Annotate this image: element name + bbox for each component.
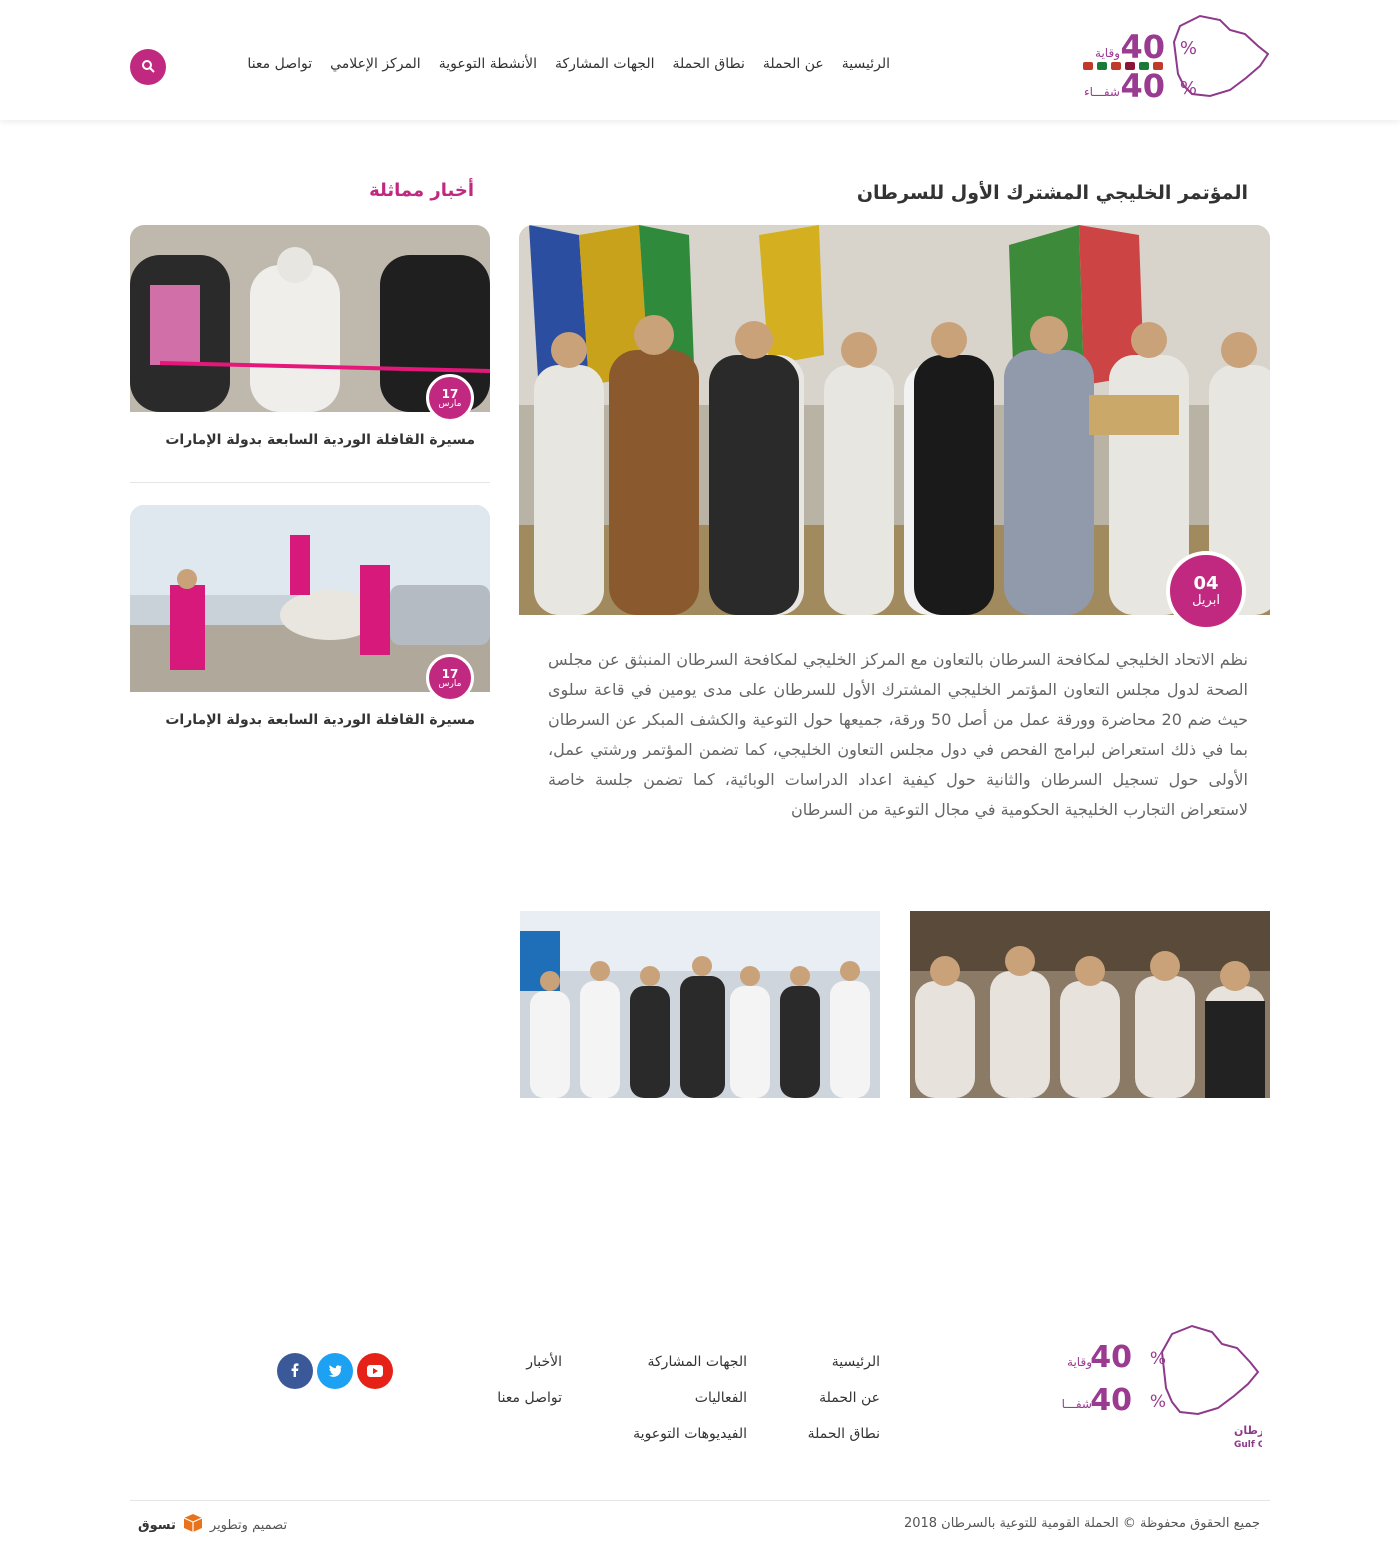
sidebar-divider	[130, 482, 490, 483]
article-title: المؤتمر الخليجي المشترك الأول للسرطان	[856, 182, 1248, 204]
footer-logo[interactable]: 40 40 % % وقاية شفـــاء الحملة الخليجية …	[1056, 1322, 1400, 1452]
footer-link[interactable]: الرئيسية	[808, 1352, 880, 1388]
svg-text:40: 40	[1090, 1383, 1132, 1418]
related-news-day: 17	[441, 666, 459, 681]
related-news-month: مارس	[438, 398, 462, 409]
svg-text:وقاية: وقاية	[1067, 1355, 1092, 1370]
nav-item-partners[interactable]: الجهات المشاركة	[555, 56, 654, 72]
article-date-month: ابريل	[1192, 592, 1220, 608]
footer-link[interactable]: الأخبار	[497, 1352, 562, 1388]
related-news-caption[interactable]: مسيرة القافلة الوردية السابعة بدولة الإم…	[165, 432, 475, 448]
nav-item-home[interactable]: الرئيسية	[842, 56, 890, 72]
site-logo[interactable]: 40 40 % % وقاية شفـــاء	[1080, 12, 1270, 105]
footer-link[interactable]: تواصل معنا	[497, 1388, 562, 1424]
svg-text:شفـــاء: شفـــاء	[1084, 85, 1120, 99]
related-news-month: مارس	[438, 678, 462, 689]
related-news-card[interactable]: 17 مارس مسيرة القافلة الوردية السابعة بد…	[130, 225, 490, 448]
svg-text:%: %	[1150, 1392, 1166, 1412]
article-body: نظم الاتحاد الخليجي لمكافحة السرطان بالت…	[548, 650, 1248, 819]
footer-link[interactable]: الجهات المشاركة	[633, 1352, 747, 1388]
footer-links-col1: الرئيسية عن الحملة نطاق الحملة	[808, 1352, 880, 1460]
svg-text:%: %	[1180, 78, 1197, 99]
article-date-badge: 04 ابريل	[1166, 551, 1246, 631]
youtube-icon	[367, 1362, 383, 1381]
svg-text:%: %	[1180, 38, 1197, 59]
footer-divider	[130, 1500, 1270, 1501]
gallery-image-2[interactable]	[520, 911, 880, 1098]
svg-text:40: 40	[1120, 67, 1165, 100]
search-button[interactable]	[130, 49, 166, 85]
nav-item-media[interactable]: المركز الإعلامي	[330, 56, 421, 72]
youtube-button[interactable]	[357, 1353, 393, 1389]
svg-text:وقاية: وقاية	[1095, 46, 1120, 61]
svg-text:%: %	[1150, 1349, 1166, 1369]
gallery-image-1[interactable]	[910, 911, 1270, 1098]
nav-item-contact[interactable]: تواصل معنا	[247, 56, 312, 72]
related-news-card[interactable]: 17 مارس مسيرة القافلة الوردية السابعة بد…	[130, 505, 490, 728]
svg-text:شفـــاء: شفـــاء	[1062, 1397, 1092, 1411]
related-news-day: 17	[441, 386, 459, 401]
footer-links-col2: الجهات المشاركة الفعاليات الفيديوهات الت…	[633, 1352, 747, 1460]
nav-item-scope[interactable]: نطاق الحملة	[672, 56, 744, 72]
related-news-date-badge: 17 مارس	[426, 374, 474, 422]
search-icon	[141, 58, 155, 77]
twitter-button[interactable]	[317, 1353, 353, 1389]
facebook-button[interactable]	[277, 1353, 313, 1389]
related-news-date-badge: 17 مارس	[426, 654, 474, 702]
footer-link[interactable]: نطاق الحملة	[808, 1424, 880, 1460]
svg-text:الحملة الخليجية للتوعية بالسرط: الحملة الخليجية للتوعية بالسرطان	[1234, 1424, 1262, 1437]
svg-text:40: 40	[1120, 28, 1165, 66]
related-news-caption[interactable]: مسيرة القافلة الوردية السابعة بدولة الإم…	[165, 712, 475, 728]
nav-item-about[interactable]: عن الحملة	[763, 56, 824, 72]
credit-label: تصميم وتطوير	[209, 1517, 288, 1533]
footer-links-col3: الأخبار تواصل معنا	[497, 1352, 562, 1424]
credit-brand: تسوق	[138, 1517, 176, 1533]
svg-text:40: 40	[1090, 1340, 1132, 1375]
article-main-image	[519, 225, 1270, 615]
article-date-day: 04	[1193, 572, 1219, 594]
footer-link[interactable]: عن الحملة	[808, 1388, 880, 1424]
footer-link[interactable]: الفعاليات	[633, 1388, 747, 1424]
tasawaq-logo-icon	[182, 1512, 204, 1538]
related-news-title: أخبار مماثلة	[369, 180, 474, 201]
nav-item-activities[interactable]: الأنشطة التوعوية	[439, 56, 537, 72]
footer-link[interactable]: الفيديوهات التوعوية	[633, 1424, 747, 1460]
site-header: 40 40 % % وقاية شفـــاء الرئيسية عن الحم…	[0, 0, 1400, 120]
facebook-icon	[291, 1362, 299, 1381]
copyright-text: جميع الحقوق محفوظة © الحملة القومية للتو…	[903, 1516, 1260, 1531]
designer-credit[interactable]: تصميم وتطوير تسوق	[138, 1512, 287, 1538]
main-nav: الرئيسية عن الحملة نطاق الحملة الجهات ال…	[247, 56, 890, 72]
svg-text:Gulf Campaign for Cancer Aware: Gulf Campaign for Cancer Awareness	[1234, 1440, 1262, 1450]
twitter-icon	[328, 1362, 342, 1381]
